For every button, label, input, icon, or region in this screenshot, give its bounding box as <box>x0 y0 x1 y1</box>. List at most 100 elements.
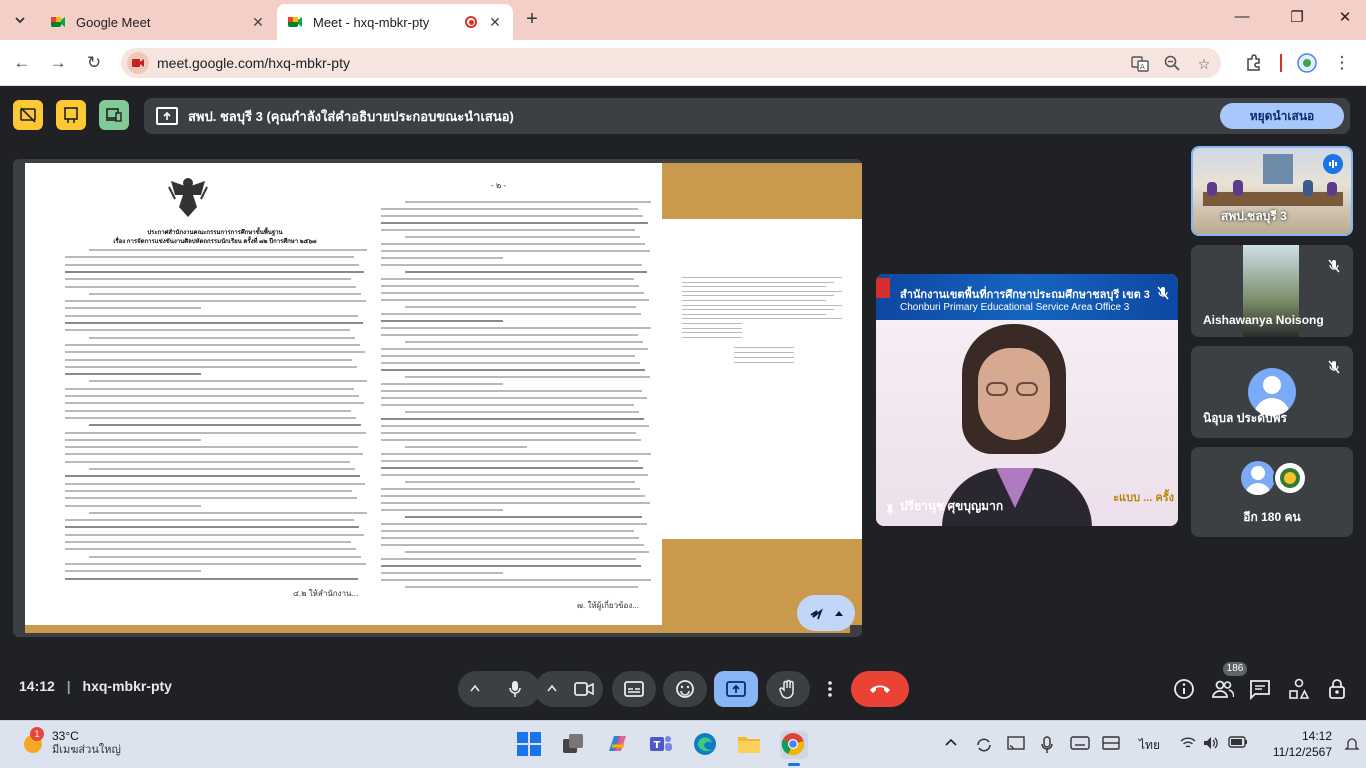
browser-menu-icon[interactable]: ⋮ <box>1330 51 1354 75</box>
bookmark-star-icon[interactable]: ☆ <box>1195 55 1213 73</box>
chat-icon[interactable] <box>1249 678 1271 700</box>
participant-tile-aishawanya[interactable]: Aishawanya Noisong <box>1191 245 1353 337</box>
document-text-line <box>405 586 638 588</box>
document-text-line <box>65 373 201 376</box>
close-window-icon[interactable]: ✕ <box>1330 8 1360 26</box>
more-participants-label: อีก 180 คน <box>1243 510 1301 524</box>
tab-search-button[interactable] <box>8 8 32 32</box>
video-options-chevron-icon[interactable] <box>547 684 557 692</box>
document-text-line <box>682 295 834 297</box>
file-explorer-app[interactable] <box>736 731 764 759</box>
document-text-line <box>381 432 636 434</box>
raise-hand-button[interactable] <box>766 671 810 707</box>
weather-sun-icon: 1 <box>22 727 46 755</box>
document-text-line <box>65 300 366 303</box>
chrome-app[interactable] <box>780 731 808 766</box>
new-tab-button[interactable]: + <box>520 8 544 32</box>
task-view-button[interactable] <box>560 731 588 759</box>
url-text: meet.google.com/hxq-mbkr-pty <box>157 55 350 71</box>
annotation-fab[interactable] <box>797 595 855 631</box>
leave-call-button[interactable] <box>851 671 909 707</box>
document-text-line <box>65 482 365 485</box>
refresh-sync-icon[interactable] <box>975 736 993 757</box>
teams-icon: T <box>650 736 672 751</box>
meeting-code: hxq-mbkr-pty <box>82 678 172 694</box>
edge-app[interactable] <box>692 731 720 759</box>
companion-mode-button[interactable] <box>99 100 129 130</box>
document-text-line <box>65 322 363 324</box>
copilot-icon <box>609 736 626 751</box>
battery-icon[interactable] <box>1228 736 1248 751</box>
extensions-icon[interactable] <box>1242 51 1266 75</box>
volume-icon[interactable] <box>1203 736 1219 753</box>
restore-icon[interactable]: ❐ <box>1282 8 1312 26</box>
keyboard-icon[interactable] <box>1070 736 1090 753</box>
document-text-line <box>89 249 367 251</box>
shared-screen: ประกาศสำนักงานคณะกรรมการการศึกษาขั้นพื้น… <box>13 159 862 637</box>
document-text-line <box>381 222 648 224</box>
minimize-icon[interactable]: — <box>1227 8 1257 25</box>
close-tab-icon[interactable]: ✕ <box>250 14 266 31</box>
start-button[interactable] <box>516 731 544 759</box>
reload-icon[interactable]: ↻ <box>82 51 106 75</box>
participant-tile-niubon[interactable]: นิอุบล ประดับพร <box>1191 346 1353 438</box>
translate-icon[interactable]: A <box>1131 55 1149 73</box>
tab-google-meet[interactable]: Google Meet ✕ <box>40 4 276 40</box>
present-now-button[interactable] <box>714 671 758 707</box>
reactions-button[interactable] <box>663 671 707 707</box>
notifications-bell-icon[interactable] <box>1344 737 1360 753</box>
address-bar[interactable]: meet.google.com/hxq-mbkr-pty A ☆ <box>121 48 1221 78</box>
camera-button[interactable] <box>565 671 603 707</box>
profile-avatar[interactable] <box>1295 51 1319 75</box>
pin-icon[interactable] <box>884 504 896 516</box>
document-text-line <box>682 309 834 311</box>
copilot-app[interactable] <box>604 731 632 759</box>
cast-icon[interactable] <box>1007 736 1025 755</box>
wifi-icon[interactable] <box>1180 736 1196 753</box>
tab-meet-active[interactable]: Meet - hxq-mbkr-pty ✕ <box>277 4 513 40</box>
document-text-line <box>381 474 648 476</box>
document-text-line <box>381 453 651 455</box>
activities-icon[interactable] <box>1288 678 1310 700</box>
document-text-line <box>89 468 355 470</box>
microphone-button[interactable] <box>490 671 540 707</box>
meeting-info-icon[interactable] <box>1173 678 1195 700</box>
forward-icon[interactable]: → <box>46 51 70 75</box>
more-participants-tile[interactable]: อีก 180 คน <box>1191 447 1353 537</box>
raise-hand-icon <box>779 679 794 699</box>
emoji-icon <box>676 680 694 698</box>
annotate-off-icon <box>20 107 36 123</box>
input-language[interactable]: ไทย <box>1139 736 1160 755</box>
devices-icon <box>106 108 122 122</box>
close-tab-icon[interactable]: ✕ <box>487 14 503 31</box>
caret-up-icon <box>835 611 843 616</box>
back-icon[interactable]: ← <box>10 51 34 75</box>
microphone-tray-icon[interactable] <box>1040 736 1054 757</box>
site-camera-icon[interactable] <box>127 52 149 74</box>
zoom-icon[interactable] <box>1163 55 1181 73</box>
annotation-tools-button[interactable] <box>56 100 86 130</box>
document-text-line <box>381 467 643 469</box>
hide-annotations-button[interactable] <box>13 100 43 130</box>
teams-app[interactable]: T <box>648 731 676 759</box>
document-text-line <box>381 439 641 441</box>
participant-tile-spp[interactable]: สพป.ชลบุรี 3 <box>1191 146 1353 236</box>
document-text-line <box>682 286 826 288</box>
captions-button[interactable] <box>612 671 656 707</box>
document-text-line <box>65 438 201 441</box>
mic-off-icon <box>1328 259 1340 273</box>
host-controls-icon[interactable] <box>1326 678 1348 700</box>
people-icon[interactable] <box>1212 678 1234 700</box>
document-text-line <box>381 334 638 336</box>
weather-widget[interactable]: 1 33°C มีเมฆส่วนใหญ่ <box>22 727 121 757</box>
display-icon[interactable] <box>1102 736 1120 753</box>
document-text-line <box>65 263 359 266</box>
audio-options-chevron-icon[interactable] <box>470 684 480 692</box>
more-options-button[interactable] <box>818 671 842 707</box>
show-hidden-icons[interactable] <box>945 736 957 750</box>
taskbar-clock[interactable]: 14:12 11/12/2567 <box>1262 728 1332 760</box>
document-text-line <box>65 343 360 346</box>
document-text-line <box>381 369 645 371</box>
stop-presenting-button[interactable]: หยุดนำเสนอ <box>1220 103 1344 129</box>
speaker-tile[interactable]: สำนักงานเขตพื้นที่การศึกษาประถมศึกษาชลบุ… <box>876 274 1178 526</box>
